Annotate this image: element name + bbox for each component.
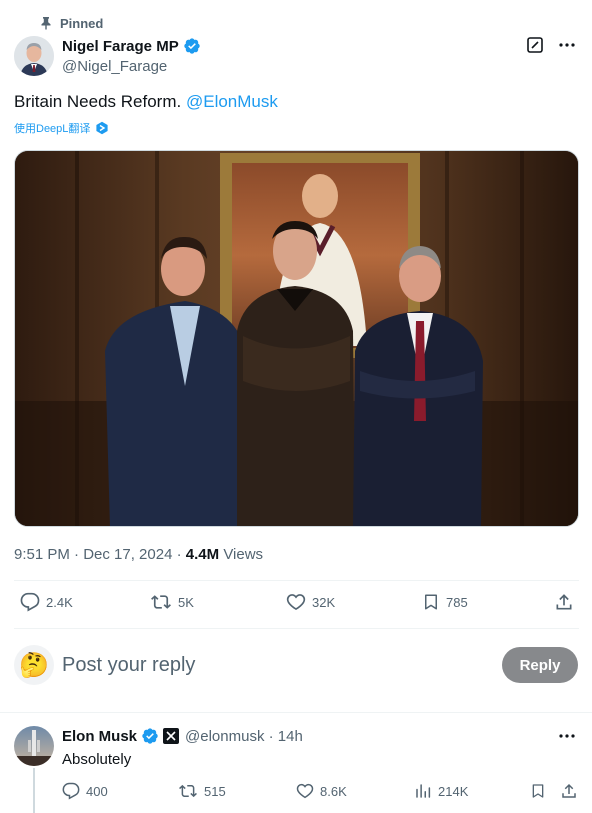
reply-author-handle[interactable]: @elonmusk · 14h xyxy=(185,728,303,745)
current-user-avatar[interactable]: 🤔 xyxy=(14,645,54,685)
meta-separator: · xyxy=(172,546,186,563)
deepl-icon xyxy=(95,121,109,135)
mention-link[interactable]: @ElonMusk xyxy=(186,92,278,111)
reply-share-button[interactable] xyxy=(560,782,578,800)
verified-icon[interactable] xyxy=(183,37,201,55)
tweet-meta: 9:51 PM · Dec 17, 2024 · 4.4M Views xyxy=(14,546,263,563)
composer-divider xyxy=(0,712,592,713)
reply-like-count: 8.6K xyxy=(320,783,347,799)
tweet-body: Britain Needs Reform. xyxy=(14,92,182,111)
repost-button[interactable]: 5K xyxy=(150,592,194,612)
bookmark-icon xyxy=(422,592,440,612)
author-avatar[interactable] xyxy=(14,36,54,76)
reply-reply-count: 400 xyxy=(86,783,108,799)
thread-line xyxy=(33,768,35,813)
views-label: Views xyxy=(223,546,264,563)
reply-input[interactable] xyxy=(62,648,482,682)
tweet-text: Britain Needs Reform. @ElonMusk xyxy=(14,92,278,112)
reply-views-button[interactable]: 214K xyxy=(414,782,468,800)
divider-bottom xyxy=(14,628,579,629)
views-icon xyxy=(414,782,432,800)
views-count: 4.4M xyxy=(185,546,220,563)
pinned-label: Pinned xyxy=(60,15,104,31)
reply-reply-button[interactable]: 400 xyxy=(62,782,108,800)
reply-author-row: Elon Musk @elonmusk · 14h xyxy=(62,727,303,745)
like-count: 32K xyxy=(312,594,336,610)
grok-icon[interactable] xyxy=(526,36,544,54)
reply-more-icon[interactable] xyxy=(558,727,576,745)
repost-icon xyxy=(178,782,198,800)
author-handle[interactable]: @Nigel_Farage xyxy=(62,58,167,75)
reply-icon xyxy=(62,782,80,800)
reply-submit-button[interactable]: Reply xyxy=(502,647,578,683)
pin-icon xyxy=(40,16,52,30)
reply-action-bar: 400 515 8.6K 214K xyxy=(62,782,582,804)
reply-views-count: 214K xyxy=(438,783,469,799)
tweet-action-bar: 2.4K 5K 32K 785 xyxy=(14,592,579,618)
author-name-row: Nigel Farage MP xyxy=(62,37,201,55)
reply-repost-button[interactable]: 515 xyxy=(178,782,226,800)
x-affiliate-icon[interactable] xyxy=(163,728,180,744)
reply-author-name[interactable]: Elon Musk xyxy=(62,728,137,745)
tweet-top-actions xyxy=(526,36,576,54)
share-button[interactable] xyxy=(554,592,574,612)
more-icon[interactable] xyxy=(558,36,576,54)
reply-like-button[interactable]: 8.6K xyxy=(296,782,347,800)
bookmark-count: 785 xyxy=(446,594,468,610)
like-button[interactable]: 32K xyxy=(286,592,335,612)
translate-label[interactable]: 使用DeepL翻译 xyxy=(14,120,90,136)
reply-bookmark-button[interactable] xyxy=(530,782,546,800)
reply-icon xyxy=(20,592,40,612)
repost-count: 5K xyxy=(178,594,194,610)
author-name[interactable]: Nigel Farage MP xyxy=(62,38,179,55)
share-icon xyxy=(554,592,574,612)
reply-repost-count: 515 xyxy=(204,783,226,799)
reply-button[interactable]: 2.4K xyxy=(20,592,73,612)
bookmark-button[interactable]: 785 xyxy=(422,592,468,612)
reply-author-avatar[interactable] xyxy=(14,726,54,766)
repost-icon xyxy=(150,592,172,612)
like-icon xyxy=(296,782,314,800)
verified-icon[interactable] xyxy=(141,727,159,745)
reply-text: Absolutely xyxy=(62,751,132,768)
like-icon xyxy=(286,592,306,612)
pinned-indicator: Pinned xyxy=(40,14,103,32)
bookmark-icon xyxy=(530,782,546,800)
divider-top xyxy=(14,580,579,581)
tweet-photo[interactable] xyxy=(14,150,579,527)
translate-link[interactable]: 使用DeepL翻译 xyxy=(14,120,109,136)
share-icon xyxy=(560,782,578,800)
reply-count: 2.4K xyxy=(46,594,73,610)
tweet-timestamp[interactable]: 9:51 PM · Dec 17, 2024 xyxy=(14,546,172,563)
